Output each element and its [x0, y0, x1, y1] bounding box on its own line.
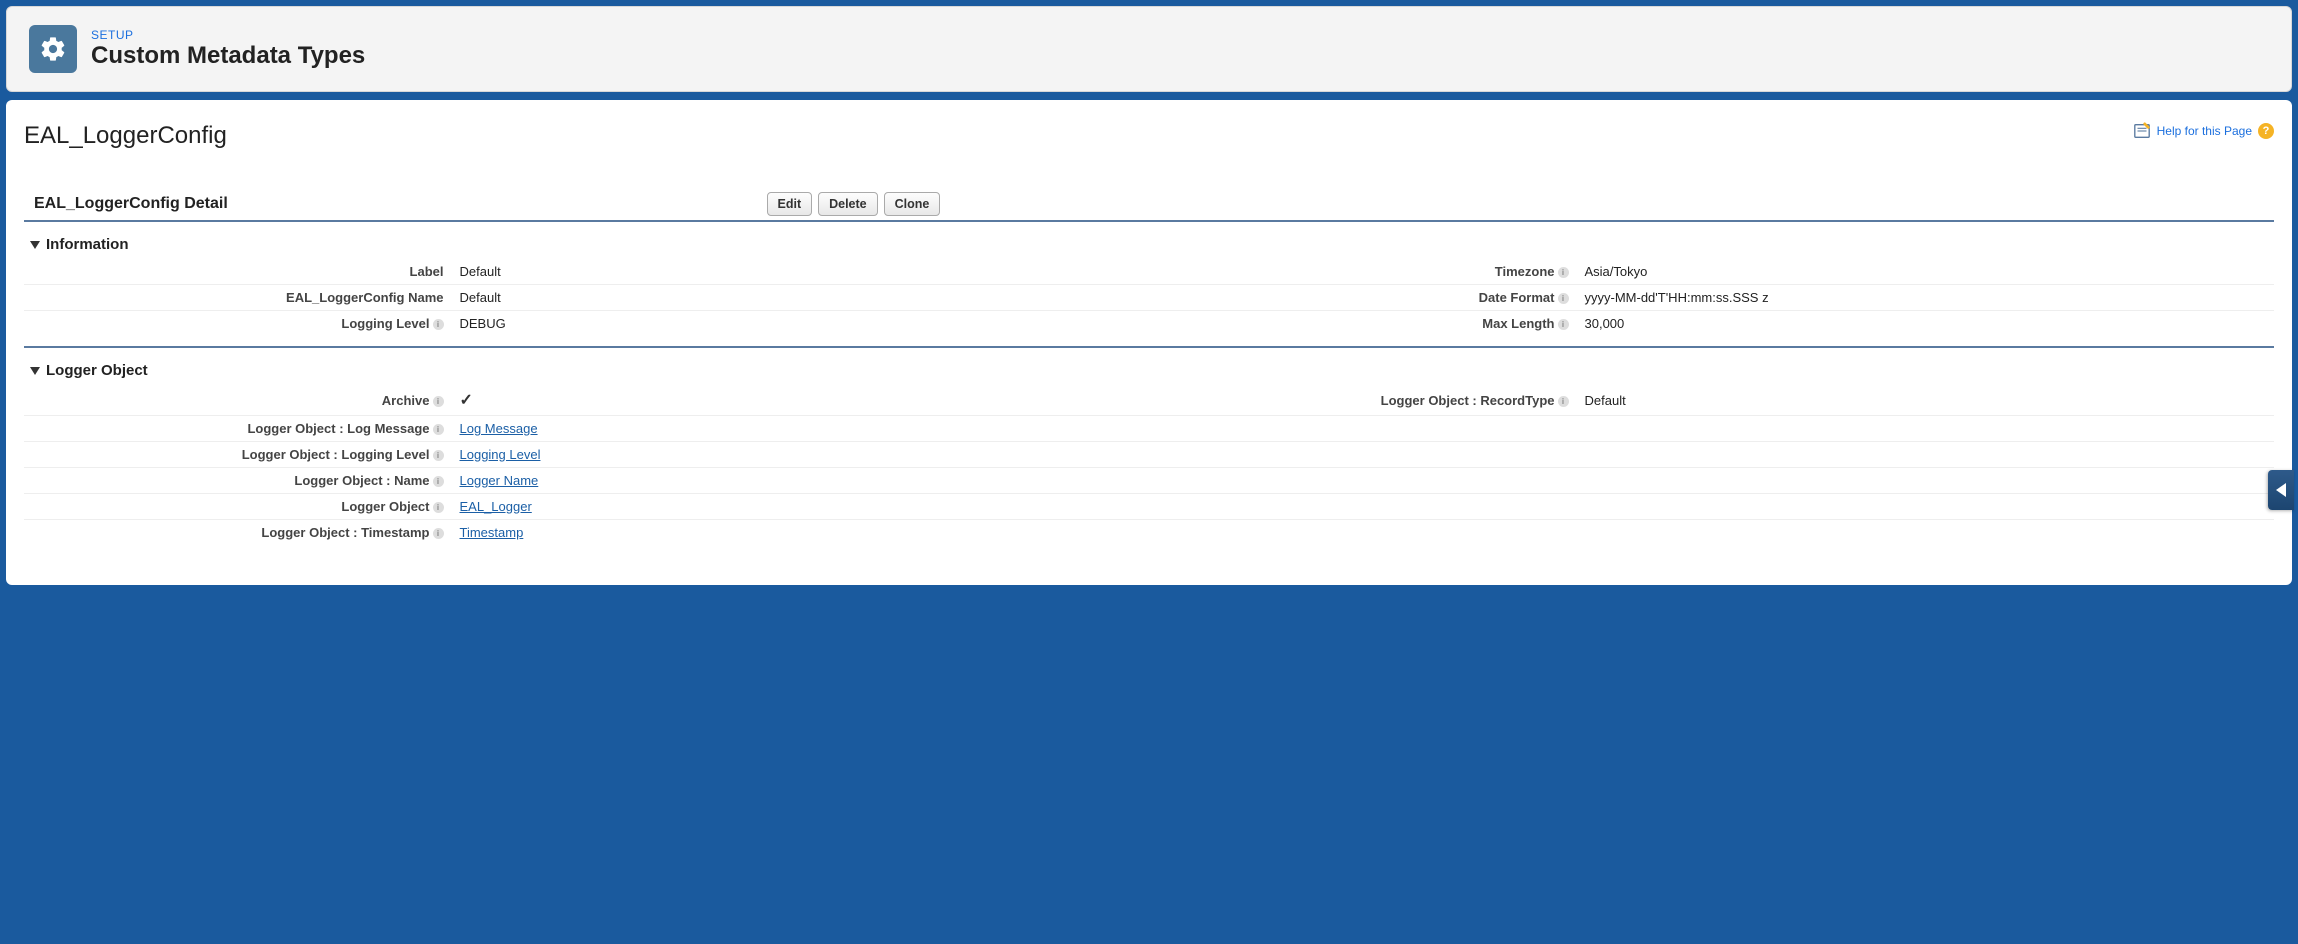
field-value: DEBUG — [460, 316, 506, 331]
timestamp-link[interactable]: Timestamp — [460, 525, 524, 540]
info-icon[interactable]: i — [433, 450, 444, 461]
info-icon[interactable]: i — [433, 476, 444, 487]
page-title: EAL_LoggerConfig — [24, 122, 227, 150]
checkmark-icon: ✓ — [460, 392, 473, 409]
section-information-header[interactable]: Information — [30, 236, 2274, 253]
info-icon[interactable]: i — [433, 502, 444, 513]
gear-icon — [29, 25, 77, 73]
info-icon[interactable]: i — [1558, 267, 1569, 278]
info-icon[interactable]: i — [433, 319, 444, 330]
information-fields: Label Default Timezonei Asia/Tokyo EAL_L… — [24, 259, 2274, 336]
section-logger-object-title: Logger Object — [46, 362, 148, 379]
logger-object-link[interactable]: EAL_Logger — [460, 499, 532, 514]
field-label: Logger Object : Timestamp — [261, 525, 429, 540]
info-icon[interactable]: i — [433, 424, 444, 435]
field-label: Logging Level — [341, 316, 429, 331]
info-icon[interactable]: i — [1558, 293, 1569, 304]
breadcrumb: SETUP — [91, 28, 365, 42]
section-information-title: Information — [46, 236, 129, 253]
field-value: 30,000 — [1585, 316, 1625, 331]
field-value: yyyy-MM-dd'T'HH:mm:ss.SSS z — [1585, 290, 1769, 305]
collapse-icon — [30, 367, 40, 375]
delete-button[interactable]: Delete — [818, 192, 878, 216]
logging-level-link[interactable]: Logging Level — [460, 447, 541, 462]
field-label: Logger Object : RecordType — [1381, 393, 1555, 408]
info-icon[interactable]: i — [433, 396, 444, 407]
info-icon[interactable]: i — [433, 528, 444, 539]
header-title: Custom Metadata Types — [91, 42, 365, 70]
detail-title: EAL_LoggerConfig Detail — [24, 195, 767, 213]
section-logger-object-header[interactable]: Logger Object — [30, 362, 2274, 379]
main-content: EAL_LoggerConfig Help for this Page ? EA… — [6, 100, 2292, 585]
field-value: Asia/Tokyo — [1585, 264, 1648, 279]
clone-button[interactable]: Clone — [884, 192, 941, 216]
log-message-link[interactable]: Log Message — [460, 421, 538, 436]
field-label: Logger Object : Log Message — [247, 421, 429, 436]
info-icon[interactable]: i — [1558, 319, 1569, 330]
help-question-icon: ? — [2258, 123, 2274, 139]
logger-name-link[interactable]: Logger Name — [460, 473, 539, 488]
field-value: Default — [1585, 393, 1626, 408]
side-panel-expand-button[interactable] — [2268, 470, 2294, 510]
chevron-left-icon — [2276, 483, 2286, 497]
field-value: Default — [460, 290, 501, 305]
edit-button[interactable]: Edit — [767, 192, 813, 216]
field-label: Logger Object — [341, 499, 429, 514]
info-icon[interactable]: i — [1558, 396, 1569, 407]
field-label: Logger Object : Logging Level — [242, 447, 430, 462]
field-label: Timezone — [1495, 264, 1555, 279]
collapse-icon — [30, 241, 40, 249]
field-label: Logger Object : Name — [294, 473, 429, 488]
help-link[interactable]: Help for this Page ? — [2133, 122, 2274, 140]
field-label: Archive — [382, 393, 430, 408]
field-value: Default — [460, 264, 501, 279]
field-label: Label — [410, 264, 444, 279]
field-label: Max Length — [1482, 316, 1554, 331]
setup-header: SETUP Custom Metadata Types — [6, 6, 2292, 92]
help-text: Help for this Page — [2157, 124, 2252, 138]
field-label: EAL_LoggerConfig Name — [286, 290, 443, 305]
logger-object-fields: Archivei ✓ Logger Object : RecordTypei D… — [24, 385, 2274, 545]
help-page-icon — [2133, 122, 2151, 140]
field-label: Date Format — [1479, 290, 1555, 305]
